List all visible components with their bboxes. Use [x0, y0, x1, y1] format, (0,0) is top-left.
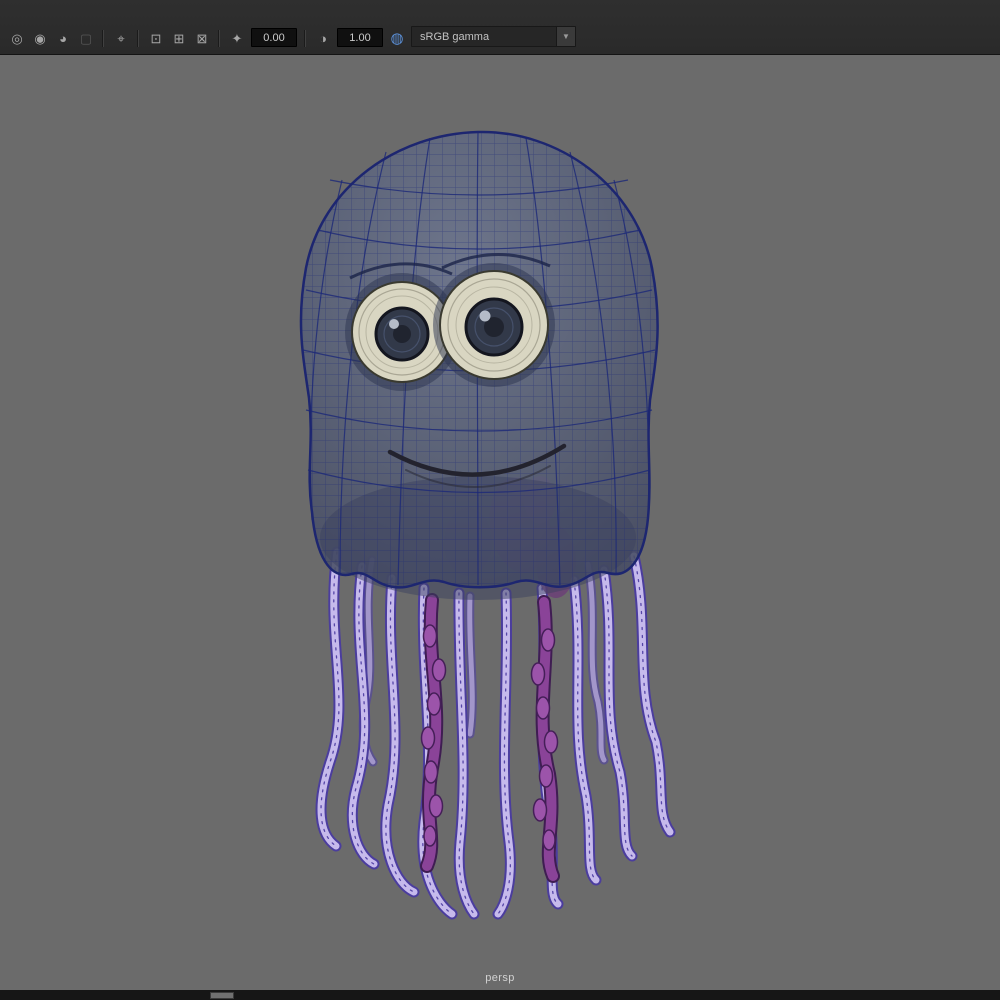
image-plane-icon[interactable]: ⊡: [147, 29, 165, 47]
toolbar-separator: [218, 30, 220, 47]
viewport-toolbar: ◎ ◉ ◕ ▢ ⌖ ⊡ ⊞ ⊠ ✦ ◑ ◍ sRGB gamma ▼: [0, 0, 1000, 55]
exposure-icon[interactable]: ✦: [228, 29, 246, 47]
gamma-field[interactable]: [337, 28, 383, 47]
jellyfish-wireframe-model: [299, 130, 676, 920]
jellyfish-tentacles: [315, 546, 676, 920]
snap-select-icon[interactable]: ⌖: [112, 29, 130, 47]
chevron-down-icon[interactable]: ▼: [556, 27, 575, 46]
toolbar-separator: [102, 30, 104, 47]
exposure-field[interactable]: [251, 28, 297, 47]
jellyfish-bell: [299, 130, 659, 600]
ambient-occlusion-icon[interactable]: ◉: [31, 29, 49, 47]
motion-blur-icon[interactable]: ◕: [54, 29, 72, 47]
multisample-icon[interactable]: ▢: [77, 29, 95, 47]
toolbar-separator: [137, 30, 139, 47]
view-transform-value: sRGB gamma: [420, 30, 490, 43]
jellyfish-back-tentacles: [358, 555, 609, 767]
camera-label: persp: [485, 972, 515, 984]
toolbar-separator: [304, 30, 306, 47]
jellyfish-eyes: [345, 253, 555, 391]
highlight-selection-icon[interactable]: ◎: [8, 29, 26, 47]
color-management-icon[interactable]: ◍: [388, 29, 406, 47]
gate-mask-icon[interactable]: ⊠: [193, 29, 211, 47]
gamma-icon[interactable]: ◑: [314, 29, 332, 47]
bottom-bar-handle[interactable]: [210, 992, 234, 999]
persp-viewport[interactable]: persp: [0, 55, 1000, 990]
bottom-strip: [0, 990, 1000, 1000]
jellyfish-mouth: [387, 443, 567, 489]
jellyfish-organs: [444, 476, 576, 598]
view-transform-dropdown[interactable]: sRGB gamma ▼: [411, 26, 576, 47]
texture-display-icon[interactable]: ⊞: [170, 29, 188, 47]
jellyfish-oral-arms: [420, 593, 560, 883]
